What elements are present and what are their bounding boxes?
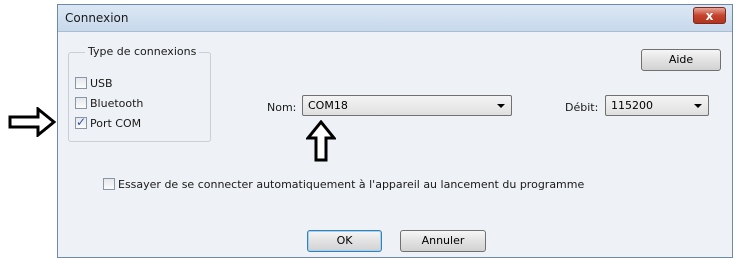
ok-button[interactable]: OK (307, 230, 382, 252)
help-button[interactable]: Aide (641, 49, 721, 71)
usb-checkbox[interactable] (75, 77, 87, 89)
cancel-button[interactable]: Annuler (400, 230, 486, 252)
connexion-dialog: Connexion x Aide Type de connexions USB … (57, 4, 733, 258)
debit-select[interactable]: 115200 (605, 95, 709, 116)
usb-label: USB (90, 76, 113, 90)
close-icon: x (705, 9, 714, 23)
auto-connect-label: Essayer de se connecter automatiquement … (118, 177, 585, 191)
dialog-title: Connexion (65, 11, 129, 25)
nom-select[interactable]: COM18 (302, 95, 512, 116)
chevron-down-icon (497, 104, 505, 108)
right-arrow-icon (8, 107, 56, 137)
connection-type-legend: Type de connexions (85, 45, 200, 58)
chevron-down-icon (694, 104, 702, 108)
bluetooth-checkbox[interactable] (75, 97, 87, 109)
title-bar: Connexion x (58, 5, 732, 32)
port-com-option[interactable]: Port COM (75, 115, 142, 130)
nom-label: Nom: (267, 101, 297, 114)
up-arrow-icon (306, 120, 336, 162)
nom-value: COM18 (308, 99, 348, 112)
auto-connect-option[interactable]: Essayer de se connecter automatiquement … (103, 177, 584, 191)
debit-value: 115200 (611, 99, 653, 112)
usb-option[interactable]: USB (75, 76, 113, 90)
bluetooth-option[interactable]: Bluetooth (75, 96, 143, 110)
port-com-checkbox[interactable] (75, 115, 87, 129)
bluetooth-label: Bluetooth (90, 96, 144, 110)
close-button[interactable]: x (693, 7, 726, 24)
port-com-label: Port COM (90, 116, 142, 130)
auto-connect-checkbox[interactable] (103, 178, 115, 190)
debit-label: Débit: (565, 101, 599, 114)
